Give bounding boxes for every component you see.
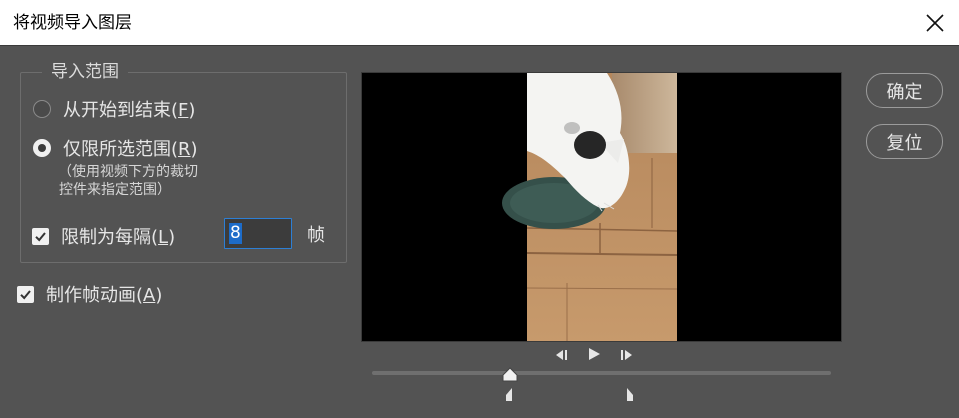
checkmark-icon — [20, 289, 31, 299]
video-frame-image — [362, 73, 841, 341]
range-start-marker[interactable] — [504, 387, 514, 403]
video-preview — [361, 72, 842, 342]
limit-every-key: L — [158, 227, 169, 248]
checkmark-icon — [35, 231, 46, 241]
range-hint-line-2: 控件来指定范围） — [59, 182, 171, 198]
step-back-icon — [556, 349, 567, 360]
playback-controls — [553, 346, 635, 364]
make-frame-animation-key: A — [143, 285, 156, 306]
range-hint-line-1: （使用视频下方的裁切 — [58, 164, 198, 180]
range-end-marker[interactable] — [625, 387, 635, 403]
timeline-track[interactable] — [372, 371, 831, 375]
radio-button-unchecked[interactable] — [33, 100, 51, 118]
limit-every-checkbox[interactable] — [32, 227, 49, 245]
limit-every-label: 限制为每隔( — [61, 227, 159, 248]
make-frame-animation-suffix: ) — [155, 285, 163, 306]
range-hint-text: （使用视频下方的裁切 控件来指定范围） — [58, 163, 258, 199]
play-button[interactable] — [587, 346, 601, 365]
radio-from-start-to-end[interactable]: 从开始到结束(F) — [33, 96, 195, 122]
dialog-title: 将视频导入图层 — [13, 13, 132, 33]
step-forward-button[interactable] — [619, 346, 635, 365]
radio-button-checked[interactable] — [33, 139, 51, 157]
make-frame-animation-label: 制作帧动画( — [46, 285, 144, 306]
step-back-button[interactable] — [553, 346, 569, 365]
import-range-legend: 导入范围 — [42, 61, 128, 83]
playhead-handle[interactable] — [500, 367, 520, 383]
radio-from-start-suffix: ) — [188, 100, 196, 121]
step-forward-icon — [621, 349, 632, 360]
reset-button[interactable]: 复位 — [866, 124, 943, 159]
make-frame-animation-row[interactable]: 制作帧动画(A) — [17, 281, 162, 307]
radio-from-start-label: 从开始到结束( — [63, 100, 179, 121]
radio-selected-range-label: 仅限所选范围( — [63, 139, 179, 160]
radio-selected-range-key: R — [178, 139, 191, 160]
radio-selected-range-only[interactable]: 仅限所选范围(R) — [33, 135, 198, 161]
limit-every-suffix: ) — [168, 227, 176, 248]
frame-interval-input[interactable]: 8 — [224, 218, 292, 249]
close-button[interactable] — [910, 0, 959, 46]
ok-button[interactable]: 确定 — [866, 73, 943, 108]
close-icon — [925, 14, 944, 32]
make-frame-animation-checkbox[interactable] — [17, 285, 34, 303]
radio-from-start-key: F — [178, 100, 189, 121]
frame-interval-value[interactable]: 8 — [229, 223, 242, 244]
play-icon — [589, 347, 600, 360]
limit-every-checkbox-row[interactable]: 限制为每隔(L) — [32, 223, 175, 249]
radio-selected-range-suffix: ) — [190, 139, 198, 160]
title-bar: 将视频导入图层 — [0, 0, 959, 46]
frames-unit-label: 帧 — [307, 225, 325, 246]
